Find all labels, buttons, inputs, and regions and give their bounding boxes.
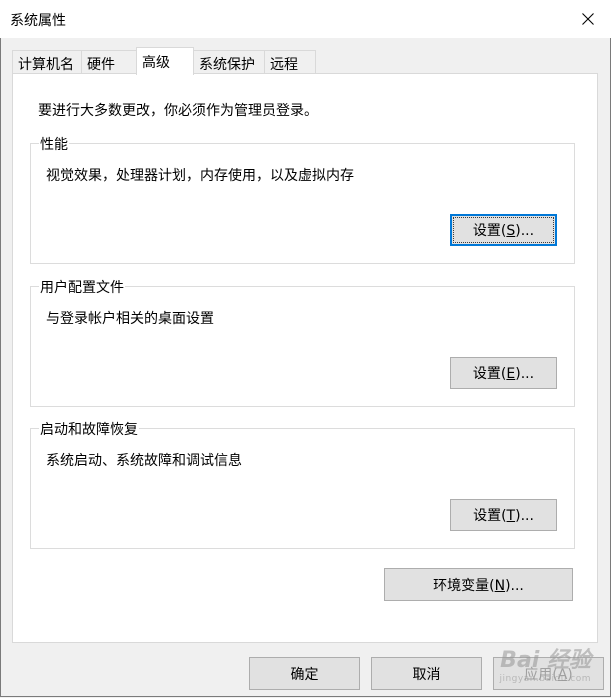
- button-label: 环境变量(N)...: [433, 577, 524, 594]
- tab-label: 远程: [270, 57, 298, 73]
- apply-button[interactable]: 应用(A): [493, 657, 604, 690]
- tab-label: 系统保护: [199, 57, 255, 73]
- tab-hardware[interactable]: 硬件: [81, 50, 137, 73]
- button-label: 确定: [290, 666, 319, 683]
- window-title: 系统属性: [10, 13, 66, 29]
- user-profiles-description: 与登录帐户相关的桌面设置: [46, 311, 214, 327]
- user-profiles-group-title: 用户配置文件: [39, 277, 125, 297]
- button-label: 设置(S)...: [472, 223, 535, 239]
- tab-computer-name[interactable]: 计算机名: [12, 50, 82, 73]
- tab-label: 计算机名: [18, 57, 74, 73]
- tab-panel-advanced: 要进行大多数更改，你必须作为管理员登录。 性能 视觉效果，处理器计划，内存使用，…: [12, 73, 598, 643]
- close-icon: [582, 13, 594, 25]
- tab-system-protection[interactable]: 系统保护: [193, 50, 265, 73]
- startup-recovery-group: 启动和故障恢复 系统启动、系统故障和调试信息 设置(T)...: [30, 419, 575, 549]
- tab-label: 硬件: [87, 57, 115, 73]
- user-profiles-settings-button[interactable]: 设置(E)...: [450, 357, 557, 389]
- performance-group-title: 性能: [39, 134, 69, 154]
- cancel-button[interactable]: 取消: [371, 657, 482, 690]
- title-bar: 系统属性: [0, 0, 611, 38]
- startup-recovery-settings-button[interactable]: 设置(T)...: [450, 499, 557, 531]
- button-label: 设置(E)...: [472, 366, 535, 382]
- environment-variables-button[interactable]: 环境变量(N)...: [384, 568, 573, 601]
- admin-note: 要进行大多数更改，你必须作为管理员登录。: [38, 103, 318, 119]
- performance-group: 性能 视觉效果，处理器计划，内存使用，以及虚拟内存 设置(S)...: [30, 134, 575, 264]
- tab-advanced[interactable]: 高级: [136, 47, 194, 75]
- button-label: 取消: [412, 666, 441, 683]
- startup-recovery-group-title: 启动和故障恢复: [39, 419, 139, 439]
- button-label: 设置(T)...: [473, 508, 534, 524]
- ok-button[interactable]: 确定: [249, 657, 360, 690]
- tab-remote[interactable]: 远程: [264, 50, 316, 73]
- user-profiles-group: 用户配置文件 与登录帐户相关的桌面设置 设置(E)...: [30, 277, 575, 407]
- close-button[interactable]: [565, 0, 611, 38]
- button-label: 应用(A): [524, 666, 573, 683]
- performance-description: 视觉效果，处理器计划，内存使用，以及虚拟内存: [46, 168, 354, 184]
- tab-label: 高级: [142, 55, 170, 71]
- startup-recovery-description: 系统启动、系统故障和调试信息: [46, 453, 242, 469]
- performance-settings-button[interactable]: 设置(S)...: [450, 214, 557, 246]
